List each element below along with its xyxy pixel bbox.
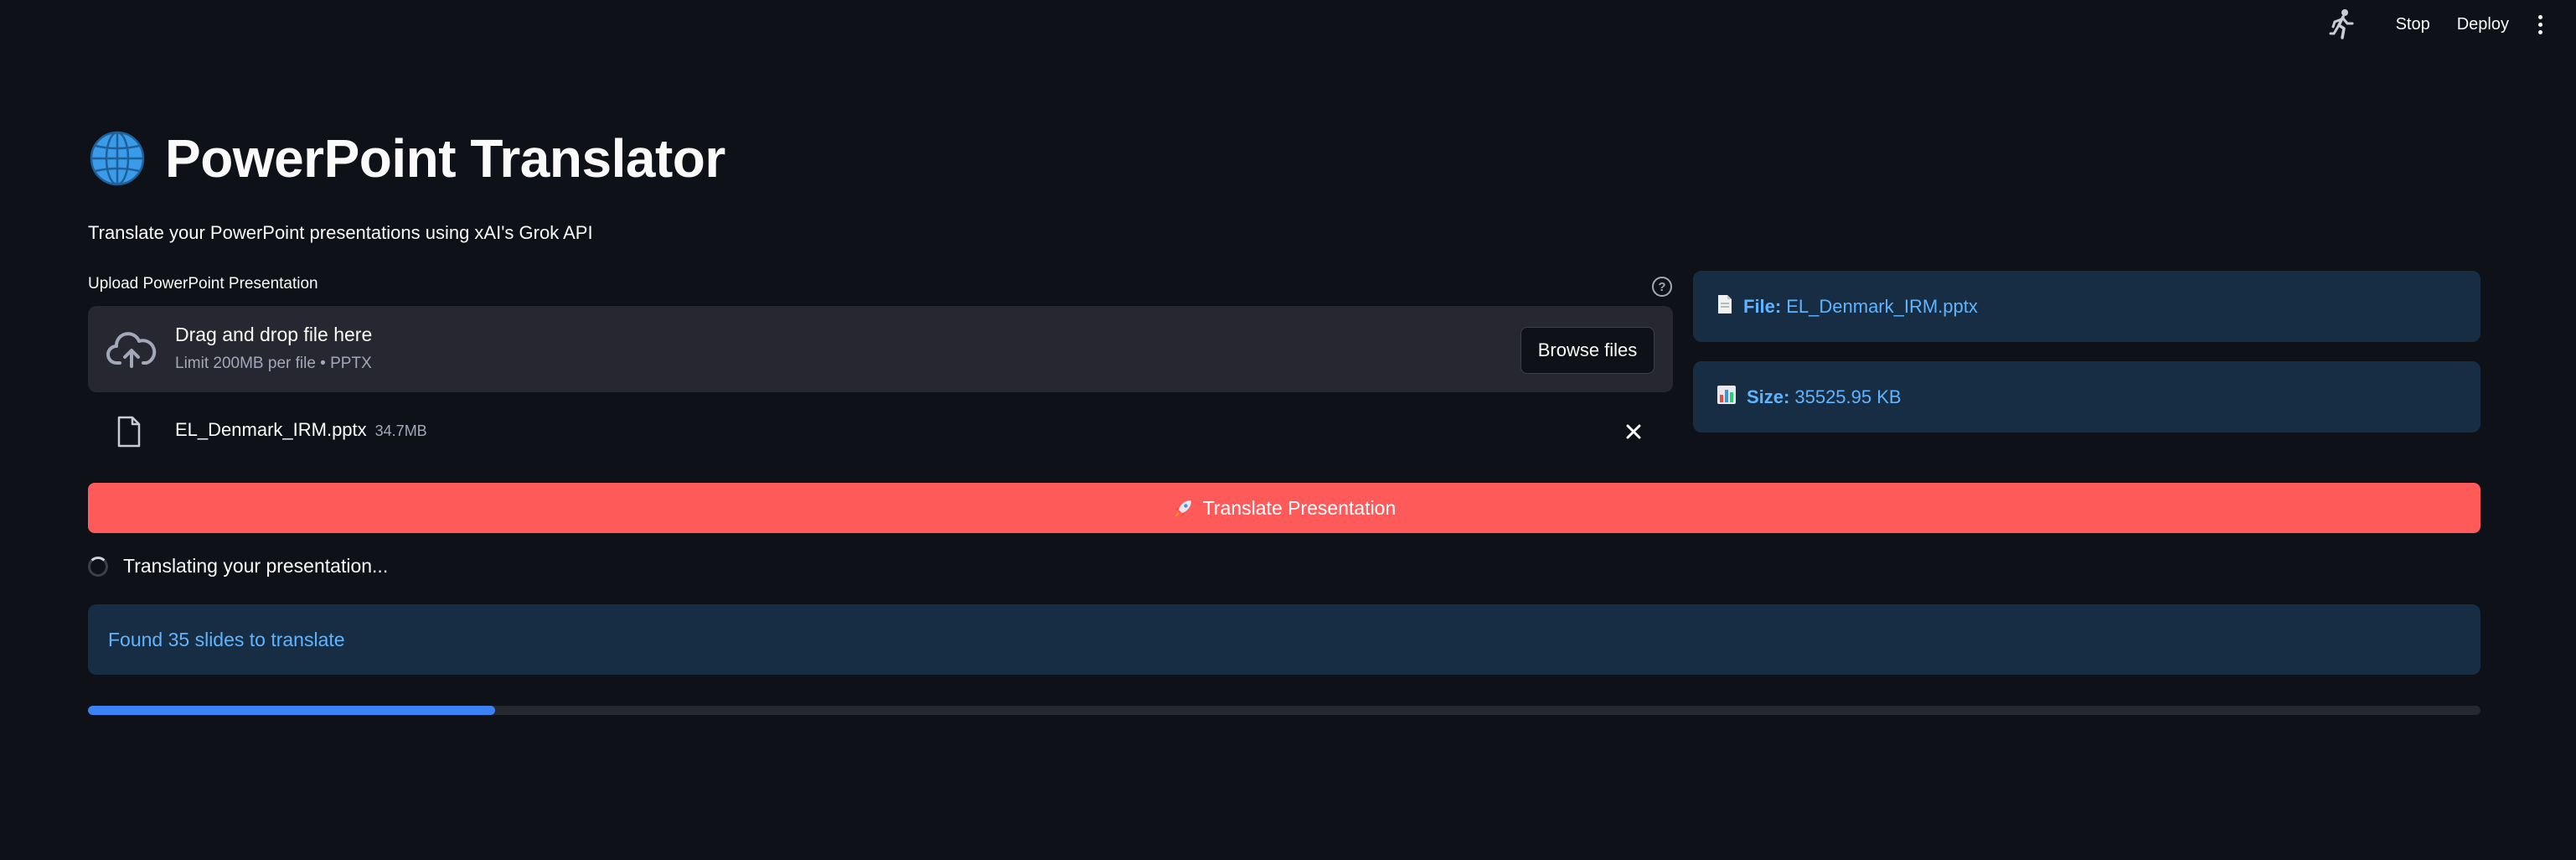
size-info-box: Size: 35525.95 KB	[1693, 361, 2480, 433]
spinner-status: Translating your presentation...	[88, 555, 388, 578]
page-title: PowerPoint Translator	[165, 128, 725, 189]
file-info-value: EL_Denmark_IRM.pptx	[1786, 295, 1978, 317]
uploaded-file-name: EL_Denmark_IRM.pptx	[175, 419, 367, 440]
question-circle-icon[interactable]: ?	[1652, 277, 1672, 297]
progress-bar	[88, 706, 2480, 715]
size-info-value: 35525.95 KB	[1794, 386, 1902, 407]
info-alert: Found 35 slides to translate	[88, 604, 2480, 675]
close-icon[interactable]	[1619, 417, 1648, 446]
uploaded-file: EL_Denmark_IRM.pptx 34.7MB	[88, 411, 1673, 453]
stop-button[interactable]: Stop	[2382, 8, 2444, 41]
dropzone-instruction: Drag and drop file here	[175, 324, 373, 345]
file-info-label: File:	[1743, 295, 1782, 317]
rocket-icon	[1174, 500, 1191, 517]
cloud-upload-icon	[106, 332, 157, 368]
upload-label: Upload PowerPoint Presentation	[88, 275, 318, 293]
globe-icon	[90, 131, 145, 186]
dropzone-limit: Limit 200MB per file • PPTX	[175, 355, 372, 372]
bar-chart-icon	[1716, 385, 1737, 410]
uploaded-file-size: 34.7MB	[374, 422, 427, 439]
size-info-label: Size:	[1747, 386, 1790, 407]
top-toolbar: Stop Deploy	[0, 0, 2576, 49]
page-header: PowerPoint Translator	[88, 127, 725, 189]
deploy-button[interactable]: Deploy	[2444, 8, 2522, 41]
translate-presentation-button[interactable]: Translate Presentation	[88, 483, 2480, 533]
file-dropzone[interactable]: Drag and drop file here Limit 200MB per …	[88, 306, 1673, 392]
page-icon	[1716, 294, 1733, 319]
page-subtitle: Translate your PowerPoint presentations …	[88, 222, 593, 243]
spinner-text: Translating your presentation...	[123, 555, 389, 577]
running-man-icon	[2326, 8, 2359, 41]
file-info-box: File: EL_Denmark_IRM.pptx	[1693, 271, 2480, 342]
info-alert-text: Found 35 slides to translate	[108, 628, 345, 650]
translate-button-label: Translate Presentation	[1202, 496, 1396, 519]
browse-files-button[interactable]: Browse files	[1520, 327, 1655, 374]
kebab-menu-icon[interactable]	[2527, 8, 2553, 41]
spinner-icon	[88, 556, 108, 577]
progress-bar-fill	[88, 706, 495, 715]
file-icon	[117, 416, 141, 448]
